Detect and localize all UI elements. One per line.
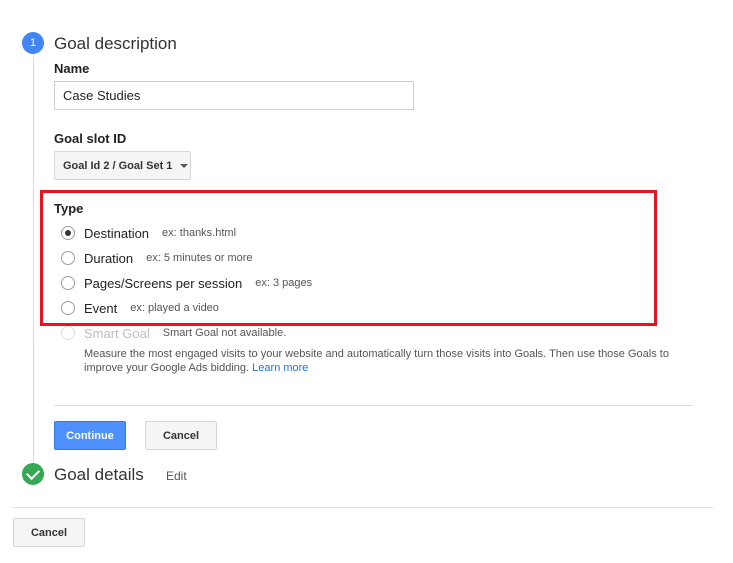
smart-goal-description-text: Measure the most engaged visits to your …	[84, 348, 669, 374]
caret-down-icon	[180, 163, 189, 168]
step-2-title: Goal details	[54, 465, 144, 484]
continue-button[interactable]: Continue	[54, 421, 126, 450]
smart-goal-hint: Smart Goal not available.	[162, 327, 287, 339]
checkmark-icon	[25, 465, 41, 480]
edit-link[interactable]: Edit	[166, 469, 187, 483]
step-1-title: Goal description	[54, 34, 177, 53]
step-2-indicator	[22, 463, 44, 485]
type-highlight-box	[40, 190, 657, 326]
cancel-step-button[interactable]: Cancel	[145, 421, 217, 450]
goal-name-input[interactable]	[54, 81, 414, 110]
learn-more-link[interactable]: Learn more	[252, 362, 308, 374]
section-divider	[54, 405, 693, 406]
option-label: Smart Goal	[84, 325, 150, 341]
goal-slot-label: Goal slot ID	[54, 131, 127, 146]
step-1-number: 1	[29, 37, 37, 49]
step-1-indicator: 1	[22, 32, 44, 54]
footer-divider	[13, 507, 713, 508]
goal-slot-value: Goal Id 2 / Goal Set 1	[63, 159, 173, 172]
cancel-button[interactable]: Cancel	[13, 518, 85, 547]
radio-button-disabled	[61, 326, 75, 340]
stepper-line	[33, 54, 34, 464]
name-label: Name	[54, 61, 90, 76]
goal-slot-dropdown[interactable]: Goal Id 2 / Goal Set 1	[54, 151, 191, 180]
type-option-smart-goal: Smart Goal Smart Goal not available.	[61, 324, 286, 342]
smart-goal-description: Measure the most engaged visits to your …	[84, 347, 684, 375]
